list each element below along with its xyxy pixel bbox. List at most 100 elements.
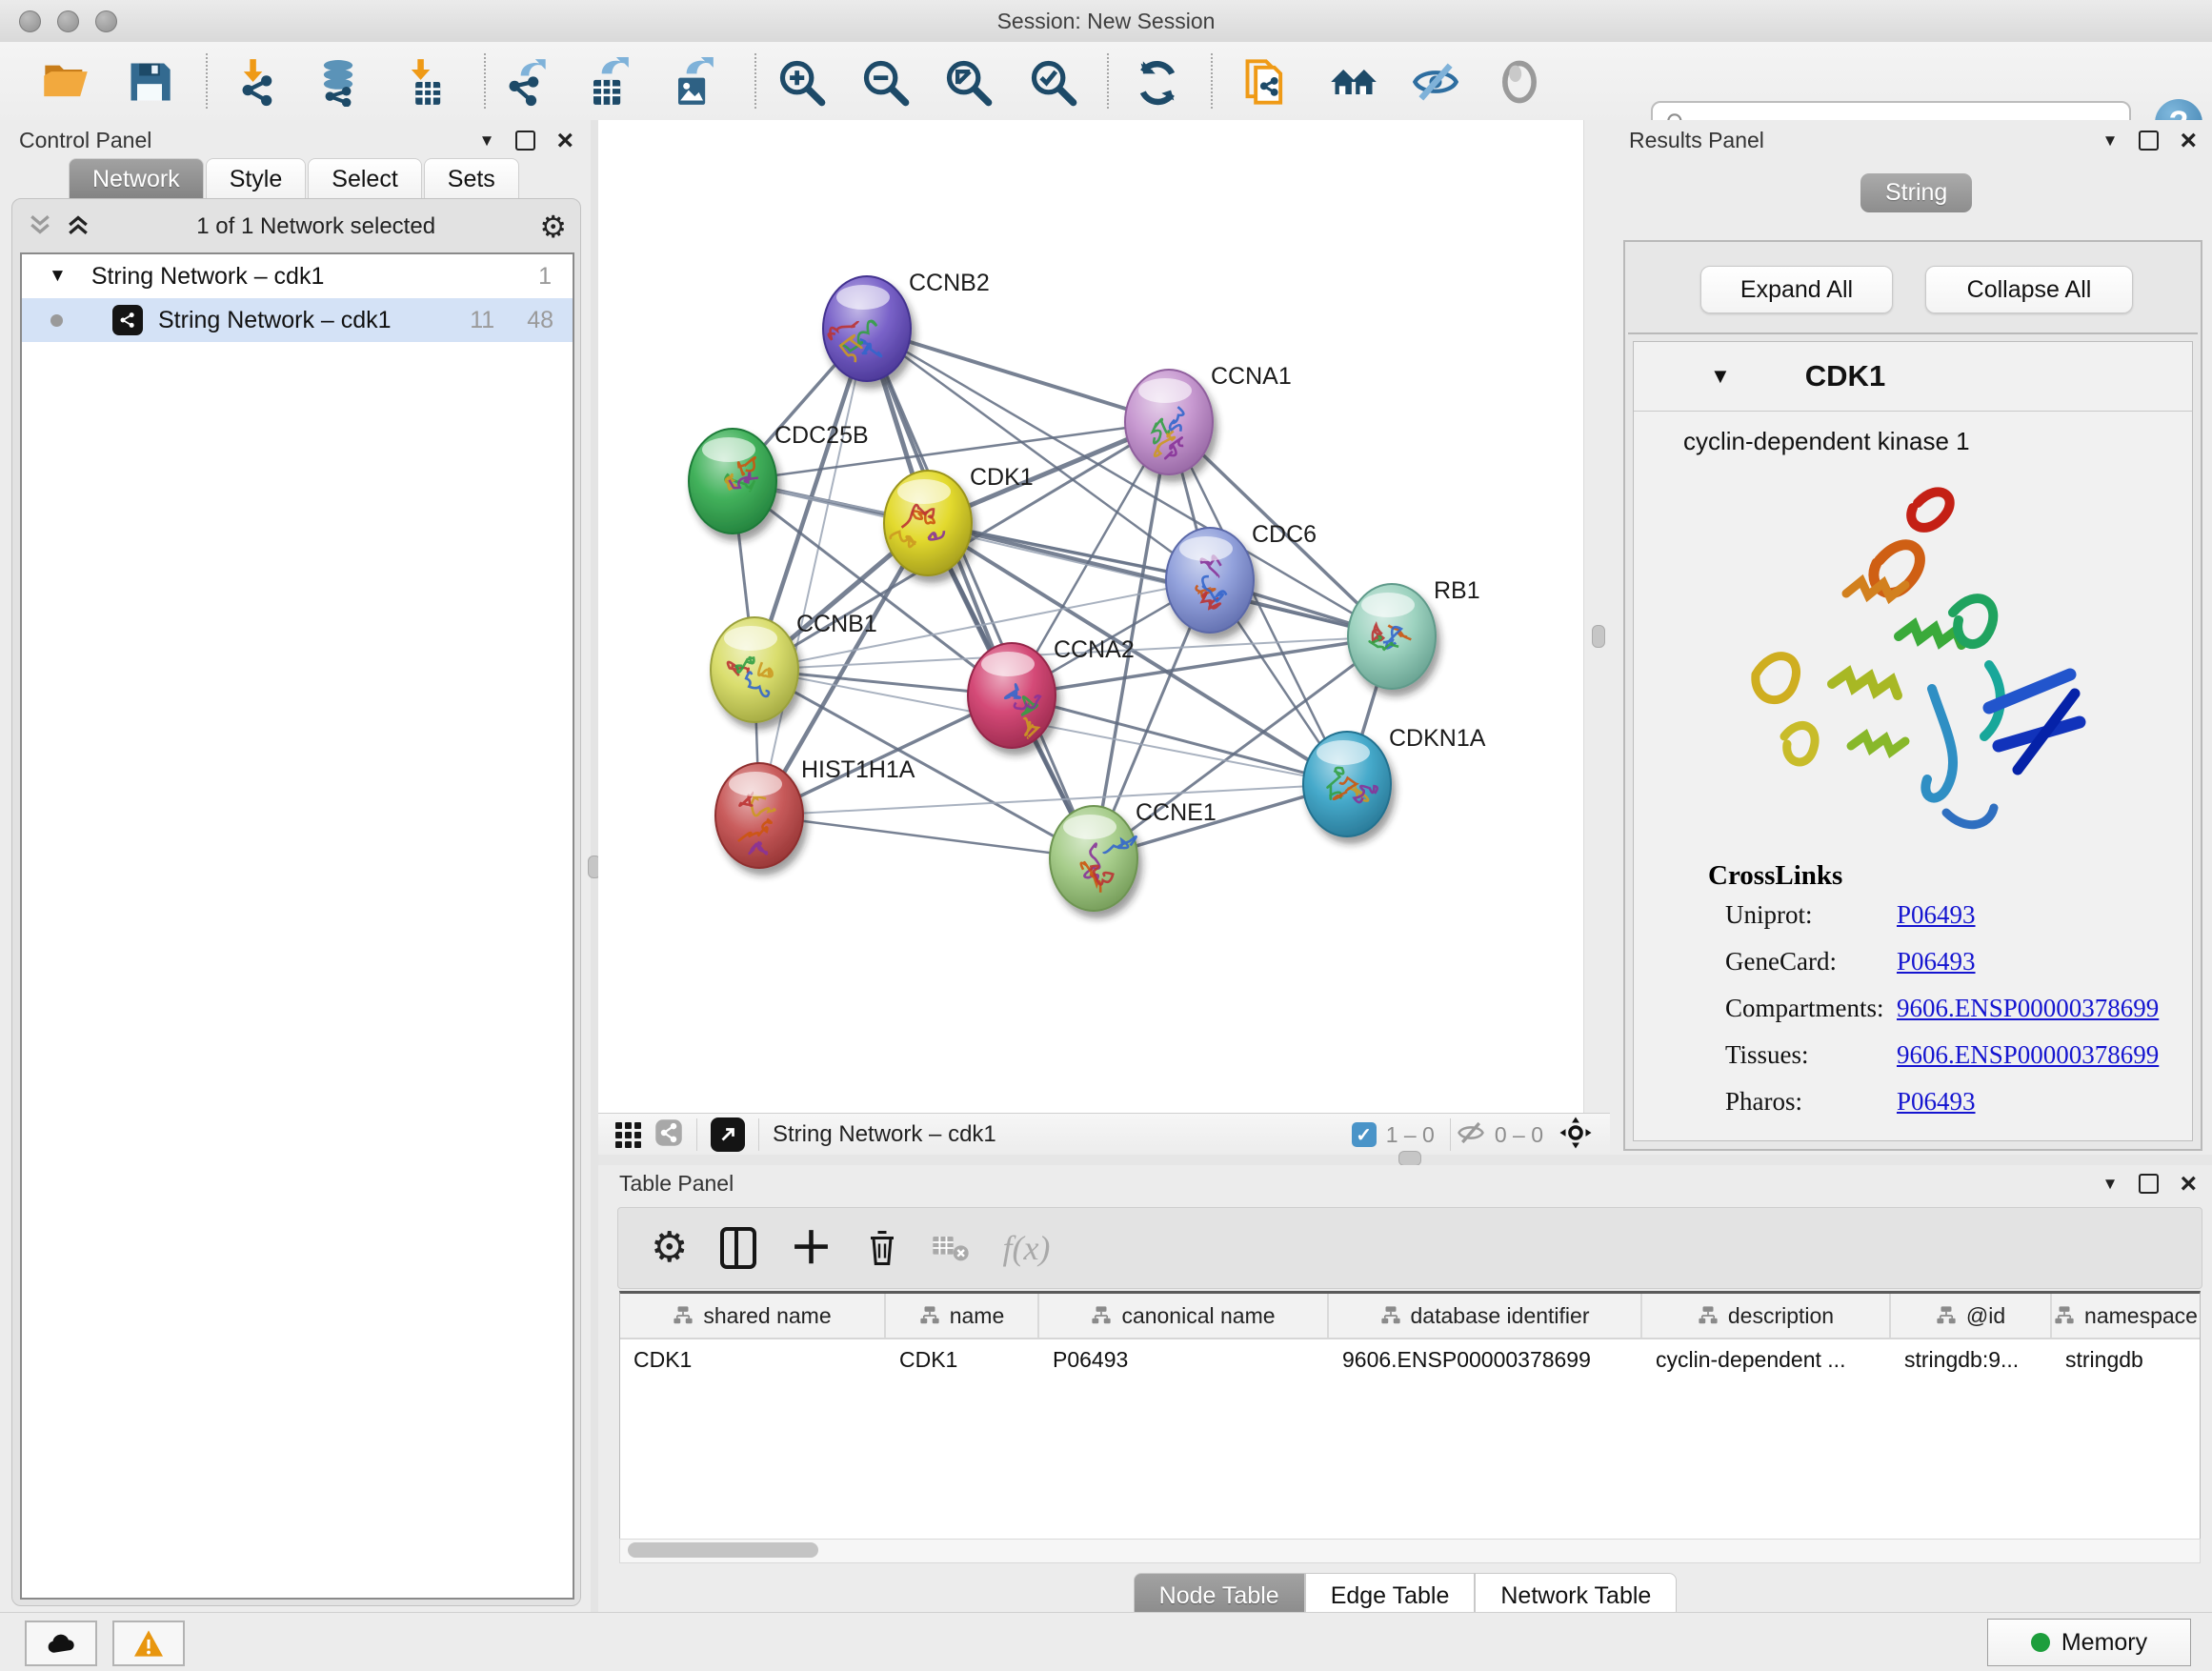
export-image-button[interactable]	[663, 54, 718, 110]
crosslink-genecard-link[interactable]: P06493	[1897, 947, 1976, 976]
column-header-namespace[interactable]: namespace	[2052, 1294, 2200, 1338]
edge-CDK1-RB1[interactable]	[928, 523, 1392, 636]
cell-description[interactable]: cyclin-dependent ...	[1642, 1339, 1891, 1381]
node-label-CDK1: CDK1	[970, 464, 1034, 491]
grid-view-icon[interactable]	[615, 1122, 641, 1148]
tab-sets[interactable]: Sets	[424, 158, 519, 199]
float-panel-icon[interactable]	[515, 131, 535, 151]
cell-canonical-name[interactable]: P06493	[1039, 1339, 1329, 1381]
crosslink-uniprot-link[interactable]: P06493	[1897, 900, 1976, 930]
show-columns-icon[interactable]	[720, 1227, 756, 1269]
results-panel-title: Results Panel	[1629, 128, 1764, 153]
collapse-all-button[interactable]: Collapse All	[1925, 266, 2133, 313]
crosslink-tissues-link[interactable]: 9606.ENSP00000378699	[1897, 1040, 2159, 1070]
close-panel-icon[interactable]: ×	[2180, 132, 2197, 149]
table-horizontal-scrollbar[interactable]	[619, 1539, 2201, 1563]
function-builder-icon[interactable]: f(x)	[1002, 1228, 1050, 1268]
right-splitter-grip[interactable]	[1592, 625, 1605, 648]
tab-string[interactable]: String	[1860, 173, 1972, 212]
horizontal-splitter[interactable]	[598, 1155, 2212, 1165]
scrollbar-thumb[interactable]	[628, 1542, 818, 1558]
selected-items-checkbox[interactable]: ✓	[1352, 1122, 1377, 1147]
column-header-shared-name[interactable]: shared name	[620, 1294, 886, 1338]
detach-view-icon[interactable]	[711, 1117, 745, 1152]
float-panel-icon[interactable]	[2139, 1174, 2159, 1194]
zoom-in-button[interactable]	[774, 54, 829, 110]
expand-all-networks-icon[interactable]	[64, 211, 92, 244]
panel-menu-icon[interactable]: ▼	[2102, 1175, 2119, 1194]
gene-collapse-icon[interactable]: ▼	[1710, 364, 1731, 389]
refresh-view-button[interactable]	[1130, 54, 1185, 110]
zoom-selected-button[interactable]	[1025, 54, 1080, 110]
cell-name[interactable]: CDK1	[886, 1339, 1039, 1381]
column-header-canonical-name[interactable]: canonical name	[1039, 1294, 1329, 1338]
column-header-id[interactable]: @id	[1891, 1294, 2052, 1338]
float-panel-icon[interactable]	[2139, 131, 2159, 151]
node-RB1[interactable]	[1348, 584, 1436, 689]
import-table-button[interactable]	[398, 54, 453, 110]
delete-table-icon[interactable]	[932, 1232, 970, 1264]
cell-namespace[interactable]: stringdb	[2052, 1339, 2200, 1381]
node-CCNB1[interactable]	[711, 617, 798, 722]
import-network-database-button[interactable]	[311, 54, 366, 110]
node-CCNE1[interactable]	[1050, 806, 1137, 911]
collapse-all-networks-icon[interactable]	[26, 211, 54, 244]
left-splitter[interactable]	[591, 120, 598, 1612]
hidden-items-icon[interactable]	[1457, 1118, 1485, 1152]
network-options-gear-icon[interactable]: ⚙	[539, 212, 567, 241]
open-session-button[interactable]	[38, 54, 93, 110]
network-row-selected[interactable]: String Network – cdk1 11 48	[22, 298, 573, 342]
edge-HIST1H1A-CCNE1[interactable]	[759, 815, 1094, 858]
cell-shared-name[interactable]: CDK1	[620, 1339, 886, 1381]
collection-expand-icon[interactable]: ▼	[49, 266, 67, 287]
zoom-fit-button[interactable]	[940, 54, 995, 110]
node-CDC25B[interactable]	[689, 429, 776, 534]
tab-select[interactable]: Select	[308, 158, 421, 199]
column-header-database-identifier[interactable]: database identifier	[1329, 1294, 1642, 1338]
export-table-button[interactable]	[578, 54, 633, 110]
bird-eye-view-button[interactable]	[1492, 54, 1547, 110]
zoom-out-button[interactable]	[857, 54, 913, 110]
tab-style[interactable]: Style	[206, 158, 307, 199]
edge-CCNB2-CCNA1[interactable]	[867, 329, 1169, 422]
show-graphics-details-button[interactable]	[1408, 54, 1463, 110]
table-row[interactable]: CDK1 CDK1 P06493 9606.ENSP00000378699 cy…	[620, 1339, 2200, 1381]
tab-network[interactable]: Network	[69, 158, 204, 199]
right-splitter[interactable]	[1583, 120, 1611, 1113]
node-CDC6[interactable]	[1166, 528, 1254, 633]
column-header-description[interactable]: description	[1642, 1294, 1891, 1338]
network-collection-row[interactable]: ▼ String Network – cdk1 1	[22, 254, 573, 298]
cell-id[interactable]: stringdb:9...	[1891, 1339, 2052, 1381]
export-network-button[interactable]	[497, 54, 553, 110]
close-panel-icon[interactable]: ×	[2180, 1176, 2197, 1192]
home-button[interactable]	[1326, 54, 1381, 110]
node-CCNA1[interactable]	[1125, 370, 1213, 474]
add-column-icon[interactable]: ＋	[789, 1231, 833, 1265]
node-HIST1H1A[interactable]	[715, 763, 803, 868]
import-network-file-button[interactable]	[231, 54, 286, 110]
save-session-button[interactable]	[122, 54, 177, 110]
memory-button[interactable]: Memory	[1987, 1619, 2191, 1666]
delete-column-icon[interactable]	[865, 1229, 899, 1267]
column-header-name[interactable]: name	[886, 1294, 1039, 1338]
close-panel-icon[interactable]: ×	[556, 132, 573, 149]
network-type-icon[interactable]	[654, 1118, 683, 1152]
node-CCNA2[interactable]	[968, 643, 1056, 748]
cell-database-identifier[interactable]: 9606.ENSP00000378699	[1329, 1339, 1642, 1381]
panel-menu-icon[interactable]: ▼	[479, 131, 495, 151]
network-canvas[interactable]: CCNB2CCNA1CDC25BCDK1CDC6RB1CCNB1CCNA2CDK…	[598, 120, 1583, 1113]
share-document-button[interactable]	[1238, 54, 1294, 110]
expand-all-button[interactable]: Expand All	[1700, 266, 1893, 313]
warning-button[interactable]	[112, 1621, 185, 1666]
cloud-button[interactable]	[25, 1621, 97, 1666]
crosslink-compartments-link[interactable]: 9606.ENSP00000378699	[1897, 994, 2159, 1023]
gene-header-row[interactable]: ▼ CDK1	[1634, 342, 2192, 412]
node-CDK1[interactable]	[884, 471, 972, 575]
table-options-gear-icon[interactable]: ⚙	[651, 1234, 688, 1262]
crosslink-pharos-link[interactable]: P06493	[1897, 1087, 1976, 1117]
pan-crosshair-icon[interactable]	[1558, 1116, 1593, 1155]
node-CCNB2[interactable]	[823, 276, 911, 381]
horizontal-splitter-grip[interactable]	[1398, 1151, 1421, 1166]
node-CDKN1A[interactable]	[1303, 732, 1391, 836]
panel-menu-icon[interactable]: ▼	[2102, 131, 2119, 151]
